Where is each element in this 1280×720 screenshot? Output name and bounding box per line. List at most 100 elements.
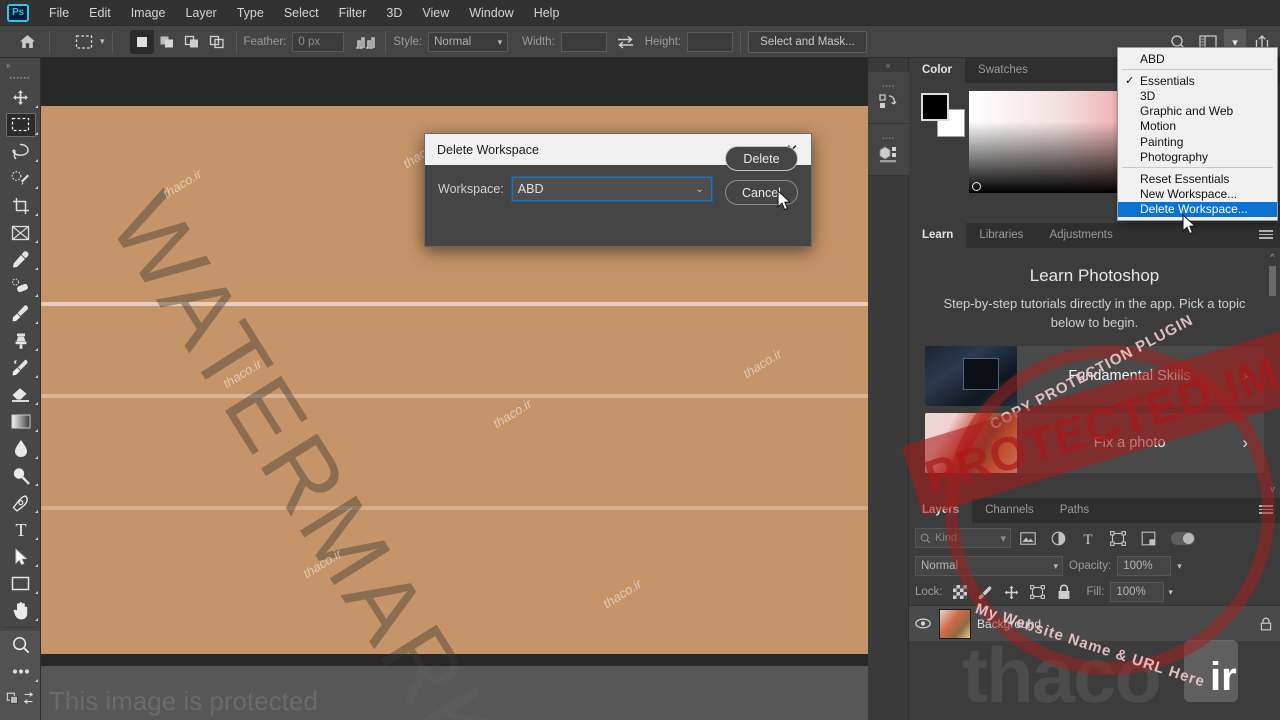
layer-filter-kind-select[interactable]: Kind ▾ bbox=[915, 528, 1011, 548]
collapse-double-arrow-icon[interactable]: » bbox=[0, 58, 40, 72]
menu-window[interactable]: Window bbox=[459, 2, 523, 24]
menu-type[interactable]: Type bbox=[227, 2, 274, 24]
toolbar-grip[interactable]: ▪▪▪▪▪▪ bbox=[0, 72, 40, 84]
workspace-menu-item-new-workspace[interactable]: New Workspace... bbox=[1118, 187, 1277, 202]
history-brush-tool[interactable] bbox=[0, 354, 41, 381]
menu-select[interactable]: Select bbox=[274, 2, 329, 24]
brush-tool[interactable] bbox=[0, 300, 41, 327]
hand-tool[interactable] bbox=[0, 597, 41, 624]
move-tool[interactable] bbox=[0, 84, 41, 111]
anti-alias-icon[interactable] bbox=[352, 30, 378, 54]
opacity-value[interactable]: 100% bbox=[1117, 556, 1172, 576]
pen-tool[interactable] bbox=[0, 489, 41, 516]
tab-paths[interactable]: Paths bbox=[1047, 498, 1102, 523]
home-icon[interactable] bbox=[12, 29, 42, 55]
add-to-selection-button[interactable] bbox=[155, 30, 179, 54]
layer-visibility-icon[interactable] bbox=[913, 618, 933, 629]
new-selection-button[interactable] bbox=[129, 29, 154, 54]
3d-panel-icon[interactable]: ▪▪▪▪ bbox=[868, 124, 909, 176]
lock-position-icon[interactable] bbox=[1001, 582, 1023, 602]
panel-menu-icon[interactable] bbox=[1259, 230, 1273, 239]
workspace-menu-item-photography[interactable]: Photography bbox=[1118, 149, 1277, 164]
panel-menu-icon[interactable] bbox=[1259, 505, 1273, 514]
tab-libraries[interactable]: Libraries bbox=[966, 223, 1036, 248]
lock-artboard-nesting-icon[interactable] bbox=[1027, 582, 1049, 602]
gradient-tool[interactable] bbox=[0, 408, 41, 435]
zoom-tool[interactable] bbox=[0, 631, 41, 658]
menu-file[interactable]: File bbox=[39, 2, 79, 24]
blur-tool[interactable] bbox=[0, 435, 41, 462]
cancel-button[interactable]: Cancel bbox=[725, 180, 798, 205]
frame-tool[interactable] bbox=[0, 219, 41, 246]
chevron-down-icon[interactable]: ▾ bbox=[1168, 587, 1173, 598]
collapse-panels-icon[interactable]: « bbox=[868, 58, 908, 72]
lasso-tool[interactable] bbox=[0, 138, 41, 165]
tab-adjustments[interactable]: Adjustments bbox=[1036, 223, 1125, 248]
tab-channels[interactable]: Channels bbox=[972, 498, 1047, 523]
foreground-color-swatch[interactable] bbox=[921, 93, 949, 121]
layer-row-background[interactable]: Background bbox=[909, 605, 1280, 641]
quick-selection-tool[interactable] bbox=[0, 165, 41, 192]
menu-filter[interactable]: Filter bbox=[329, 2, 377, 24]
workspace-menu-item-3d[interactable]: 3D bbox=[1118, 88, 1277, 103]
spot-healing-brush-tool[interactable] bbox=[0, 273, 41, 300]
rectangle-tool[interactable] bbox=[0, 570, 41, 597]
intersect-with-selection-button[interactable] bbox=[205, 30, 229, 54]
tool-preset-picker[interactable]: ▾ bbox=[71, 30, 105, 54]
tab-learn[interactable]: Learn bbox=[909, 223, 967, 248]
height-input[interactable] bbox=[687, 31, 734, 52]
filter-shape-icon[interactable] bbox=[1105, 527, 1131, 549]
workspace-menu-item-essentials[interactable]: ✓ Essentials bbox=[1118, 73, 1277, 88]
eyedropper-tool[interactable] bbox=[0, 246, 41, 273]
color-panel-swatches[interactable] bbox=[917, 91, 965, 137]
path-selection-tool[interactable] bbox=[0, 543, 41, 570]
chevron-up-icon[interactable]: ^ bbox=[1267, 252, 1278, 262]
width-input[interactable] bbox=[560, 31, 607, 52]
chevron-down-icon[interactable]: v bbox=[1267, 484, 1278, 494]
fill-value[interactable]: 100% bbox=[1110, 582, 1165, 602]
workspace-menu-item-abd[interactable]: ABD bbox=[1118, 51, 1277, 66]
lock-transparent-pixels-icon[interactable] bbox=[949, 582, 971, 602]
blend-mode-select[interactable]: Normal ▾ bbox=[915, 556, 1063, 576]
workspace-menu-item-motion[interactable]: Motion bbox=[1118, 119, 1277, 134]
history-panel-icon[interactable]: ▪▪▪▪ bbox=[868, 72, 909, 124]
learn-card-fundamental-skills[interactable]: Fundamental Skills › bbox=[925, 346, 1264, 406]
dodge-tool[interactable] bbox=[0, 462, 41, 489]
workspace-menu-item-graphic-and-web[interactable]: Graphic and Web bbox=[1118, 104, 1277, 119]
clone-stamp-tool[interactable] bbox=[0, 327, 41, 354]
subtract-from-selection-button[interactable] bbox=[180, 30, 204, 54]
layer-name[interactable]: Background bbox=[977, 617, 1254, 631]
menu-image[interactable]: Image bbox=[121, 2, 176, 24]
menu-view[interactable]: View bbox=[412, 2, 459, 24]
select-and-mask-button[interactable]: Select and Mask... bbox=[748, 30, 867, 53]
menu-edit[interactable]: Edit bbox=[79, 2, 121, 24]
learn-scrollbar[interactable]: ^ v bbox=[1267, 252, 1278, 494]
menu-help[interactable]: Help bbox=[524, 2, 570, 24]
delete-workspace-dialog[interactable]: Delete Workspace ✕ Workspace: ABD ⌄ Dele… bbox=[424, 133, 812, 247]
edit-toolbar-tool[interactable] bbox=[0, 658, 41, 685]
crop-tool[interactable] bbox=[0, 192, 41, 219]
tab-swatches[interactable]: Swatches bbox=[965, 58, 1041, 83]
photoshop-logo[interactable]: Ps bbox=[7, 3, 29, 22]
workspace-menu-item-delete-workspace[interactable]: Delete Workspace... bbox=[1118, 201, 1277, 217]
workspace-menu-item-painting[interactable]: Painting bbox=[1118, 134, 1277, 149]
learn-card-fix-a-photo[interactable]: Fix a photo › bbox=[925, 413, 1264, 473]
lock-all-icon[interactable] bbox=[1053, 582, 1075, 602]
filter-enable-toggle[interactable] bbox=[1171, 531, 1195, 545]
style-select[interactable]: Normal ▾ bbox=[428, 31, 509, 52]
foreground-background-colors[interactable] bbox=[0, 716, 41, 720]
quick-mask-tool[interactable] bbox=[0, 685, 41, 712]
rectangular-marquee-tool[interactable] bbox=[0, 111, 41, 138]
lock-image-pixels-icon[interactable] bbox=[975, 582, 997, 602]
chevron-down-icon[interactable]: ▾ bbox=[1177, 561, 1182, 572]
eraser-tool[interactable] bbox=[0, 381, 41, 408]
tab-color[interactable]: Color bbox=[909, 58, 966, 83]
menu-layer[interactable]: Layer bbox=[175, 2, 226, 24]
filter-smart-object-icon[interactable] bbox=[1135, 527, 1161, 549]
workspace-menu-item-reset-essentials[interactable]: Reset Essentials bbox=[1118, 171, 1277, 186]
tab-layers[interactable]: Layers bbox=[909, 498, 973, 523]
filter-pixel-icon[interactable] bbox=[1015, 527, 1041, 549]
workspace-select[interactable]: ABD ⌄ bbox=[510, 176, 713, 202]
horizontal-type-tool[interactable]: T bbox=[0, 516, 41, 543]
scrollbar-thumb[interactable] bbox=[1269, 266, 1276, 296]
